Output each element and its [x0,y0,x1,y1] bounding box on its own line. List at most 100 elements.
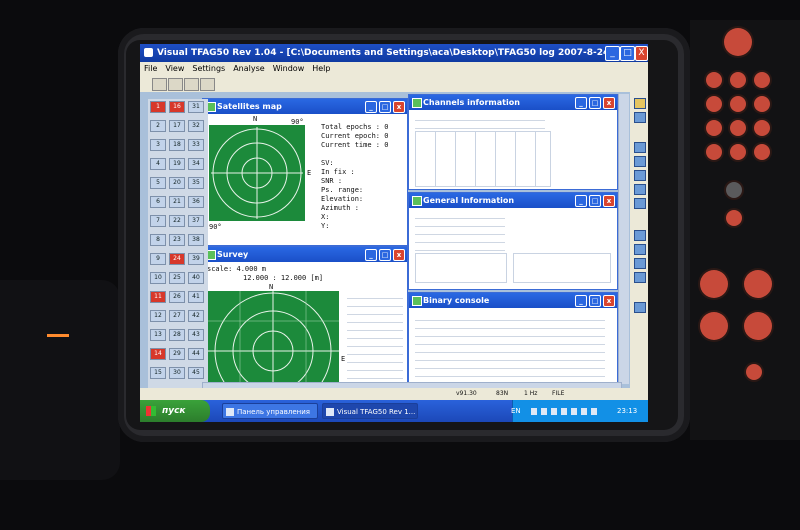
folder-icon[interactable] [634,98,646,109]
save-icon[interactable] [184,78,199,91]
maximize-button[interactable]: □ [379,249,391,261]
menu-view[interactable]: View [161,62,188,76]
satellite-cell[interactable]: 1 [150,101,166,113]
satellite-cell[interactable]: 25 [169,272,185,284]
satellite-cell[interactable]: 42 [188,310,204,322]
satellite-cell[interactable]: 38 [188,234,204,246]
satellite-cell[interactable]: 39 [188,253,204,265]
general-information-window[interactable]: General Information _ □ x [408,192,618,290]
channels-titlebar[interactable]: Channels information _ □ x [409,95,617,110]
keypad-key[interactable] [746,364,762,380]
menu-settings[interactable]: Settings [188,62,229,76]
keypad-key[interactable] [706,120,722,136]
keypad-key[interactable] [754,96,770,112]
chart-icon[interactable] [634,184,646,195]
satellite-cell[interactable]: 35 [188,177,204,189]
satellite-cell[interactable]: 20 [169,177,185,189]
survey-plot[interactable] [207,291,339,410]
maximize-button[interactable]: □ [589,97,601,109]
menu-help[interactable]: Help [308,62,334,76]
keypad-key[interactable] [730,120,746,136]
chart-icon[interactable] [634,272,646,283]
satellite-cell[interactable]: 44 [188,348,204,360]
binary-titlebar[interactable]: Binary console _ □ x [409,293,617,308]
satellite-cell[interactable]: 33 [188,139,204,151]
minimize-button[interactable]: _ [575,195,587,207]
satellite-cell[interactable]: 36 [188,196,204,208]
close-button[interactable]: x [603,195,615,207]
chart-icon[interactable] [634,258,646,269]
chart-icon[interactable] [634,156,646,167]
grid-icon[interactable] [634,244,646,255]
function-key-f2[interactable] [744,270,772,298]
maximize-button[interactable]: □ [589,195,601,207]
keypad-key[interactable] [754,144,770,160]
function-key-f1[interactable] [700,270,728,298]
general-titlebar[interactable]: General Information _ □ x [409,193,617,208]
zoom-icon[interactable] [200,78,215,91]
satellite-cell[interactable]: 37 [188,215,204,227]
satellite-cell[interactable]: 17 [169,120,185,132]
survey-titlebar[interactable]: Survey _ □ x [203,247,407,262]
workspace-scrollbar[interactable] [618,94,629,384]
satellite-cell[interactable]: 7 [150,215,166,227]
satellite-cell[interactable]: 23 [169,234,185,246]
satellite-cell[interactable]: 28 [169,329,185,341]
satellite-cell[interactable]: 4 [150,158,166,170]
close-button[interactable]: x [393,101,405,113]
satellite-cell[interactable]: 26 [169,291,185,303]
close-button[interactable]: x [393,249,405,261]
satellite-cell[interactable]: 29 [169,348,185,360]
satellite-cell[interactable]: 8 [150,234,166,246]
keypad-key[interactable] [726,210,742,226]
satellite-cell[interactable]: 45 [188,367,204,379]
maximize-button[interactable]: □ [620,46,635,61]
satellites-map-titlebar[interactable]: Satellites map _ □ x [203,99,407,114]
chart-icon[interactable] [634,170,646,181]
satellite-cell[interactable]: 43 [188,329,204,341]
grid-icon[interactable] [634,230,646,241]
satellite-cell[interactable]: 14 [150,348,166,360]
close-button[interactable]: X [635,46,648,61]
satellite-cell[interactable]: 2 [150,120,166,132]
keypad-key[interactable] [730,96,746,112]
chart-icon[interactable] [634,198,646,209]
keypad-key[interactable] [754,120,770,136]
keypad-key[interactable] [730,72,746,88]
window-titlebar[interactable]: Visual TFAG50 Rev 1.04 - [C:\Documents a… [140,44,648,62]
keypad-key[interactable] [730,144,746,160]
satellite-cell[interactable]: 10 [150,272,166,284]
keypad-key[interactable] [754,72,770,88]
close-button[interactable]: x [603,97,615,109]
minimize-button[interactable]: _ [575,97,587,109]
chart-icon[interactable] [634,142,646,153]
minimize-button[interactable]: _ [605,46,620,61]
satellite-cell[interactable]: 34 [188,158,204,170]
satellite-cell[interactable]: 21 [169,196,185,208]
minimize-button[interactable]: _ [365,101,377,113]
function-key-f3[interactable] [700,312,728,340]
maximize-button[interactable]: □ [379,101,391,113]
menu-window[interactable]: Window [269,62,309,76]
satellite-cell[interactable]: 24 [169,253,185,265]
task-visual-tfag50[interactable]: Visual TFAG50 Rev 1... [322,403,418,419]
minimize-button[interactable]: _ [365,249,377,261]
satellite-cell[interactable]: 9 [150,253,166,265]
new-icon[interactable] [152,78,167,91]
keypad-key[interactable] [706,144,722,160]
start-button[interactable]: пуск [140,400,210,422]
satellite-cell[interactable]: 5 [150,177,166,189]
satellite-cell[interactable]: 40 [188,272,204,284]
satellite-cell[interactable]: 27 [169,310,185,322]
language-indicator[interactable]: EN [511,400,521,422]
satellite-cell[interactable]: 16 [169,101,185,113]
power-key[interactable] [724,28,752,56]
satellites-map[interactable] [209,125,305,221]
satellite-cell[interactable]: 11 [150,291,166,303]
keypad-key[interactable] [706,96,722,112]
satellite-cell[interactable]: 6 [150,196,166,208]
nav-key[interactable] [726,182,742,198]
maximize-button[interactable]: □ [589,295,601,307]
satellite-cell[interactable]: 41 [188,291,204,303]
satellite-cell[interactable]: 12 [150,310,166,322]
